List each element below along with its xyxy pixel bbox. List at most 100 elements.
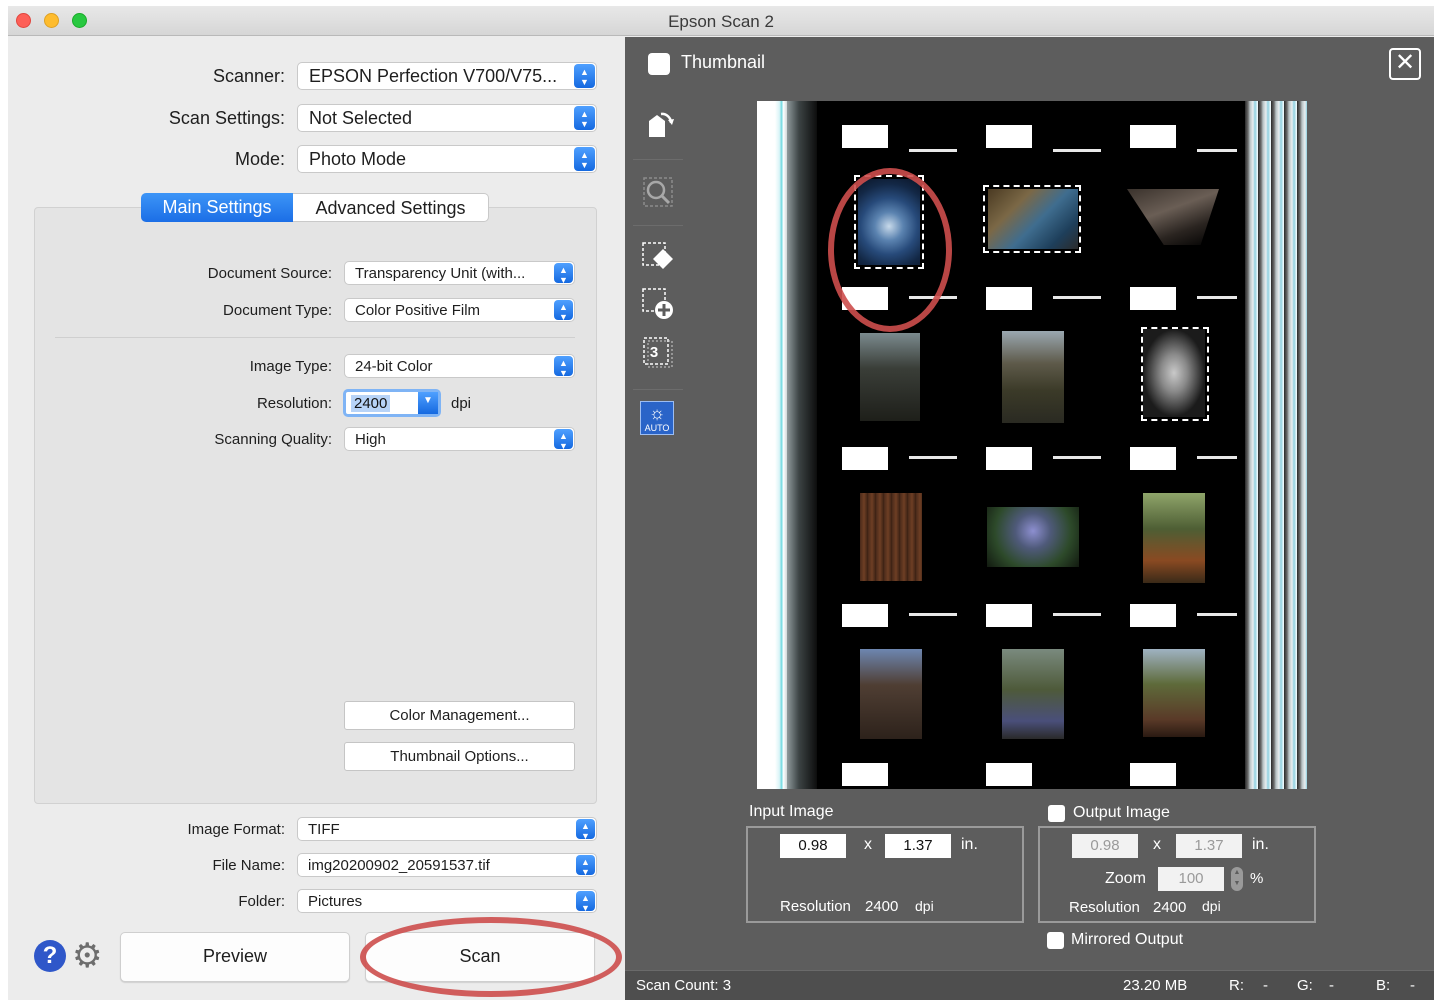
input-unit-label: in. — [961, 836, 978, 853]
film-sprocket-hole — [986, 447, 1032, 470]
film-edge-mark — [1053, 296, 1101, 299]
scanner-select-value: EPSON Perfection V700/V75... — [309, 66, 558, 86]
settings-panel: Scanner: EPSON Perfection V700/V75... ▲ ▼… — [8, 37, 625, 1000]
close-icon[interactable]: ✕ — [1389, 48, 1421, 80]
file-name-select[interactable]: img20200902_20591537.tif ▲ ▼ — [297, 853, 597, 877]
title-bar: Epson Scan 2 — [8, 6, 1434, 36]
chevron-updown-icon: ▲ ▼ — [554, 263, 573, 284]
document-source-value: Transparency Unit (with... — [355, 265, 526, 282]
resolution-combobox[interactable]: 2400 ▼ — [343, 389, 441, 417]
chevron-updown-icon: ▲ ▼ — [554, 300, 573, 321]
film-edge-mark — [1053, 149, 1101, 152]
chevron-updown-icon: ▲ ▼ — [574, 147, 595, 171]
film-edge-right — [1245, 101, 1307, 789]
file-name-label: File Name: — [212, 857, 285, 874]
help-icon[interactable]: ? — [34, 940, 66, 972]
auto-exposure-icon[interactable]: ☼ AUTO — [640, 401, 674, 435]
r-label: R: — [1229, 977, 1244, 994]
image-type-label: Image Type: — [249, 358, 332, 375]
film-sprocket-hole — [986, 763, 1032, 786]
scanner-label: Scanner: — [212, 66, 285, 86]
film-sprocket-hole — [1130, 125, 1176, 148]
chevron-updown-icon: ▲ ▼ — [554, 356, 573, 377]
image-type-select[interactable]: 24-bit Color ▲ ▼ — [344, 354, 575, 378]
tab-advanced-settings[interactable]: Advanced Settings — [293, 193, 489, 222]
gear-icon[interactable]: ⚙ — [72, 937, 102, 975]
scan-settings-select[interactable]: Not Selected ▲ ▼ — [297, 104, 597, 132]
scan-count: Scan Count: 3 — [636, 977, 732, 994]
film-frame — [1002, 649, 1064, 739]
film-edge-mark — [909, 456, 957, 459]
document-type-value: Color Positive Film — [355, 302, 481, 319]
scanner-select[interactable]: EPSON Perfection V700/V75... ▲ ▼ — [297, 62, 597, 90]
resolution-value[interactable]: 2400 — [351, 395, 391, 412]
film-edge-left-shadow — [787, 101, 817, 789]
chevron-updown-icon: ▲ ▼ — [574, 106, 595, 130]
preview-button[interactable]: Preview — [120, 932, 350, 982]
tab-main-settings[interactable]: Main Settings — [141, 193, 293, 222]
color-management-button[interactable]: Color Management... — [344, 701, 575, 730]
input-resolution-unit: dpi — [915, 898, 934, 914]
zoom-stepper: ▲ ▼ — [1231, 867, 1243, 891]
output-height-field: 1.37 — [1176, 834, 1242, 858]
input-width-field[interactable]: 0.98 — [780, 834, 846, 858]
image-format-select[interactable]: TIFF ▲ ▼ — [297, 817, 597, 841]
chevron-updown-icon: ▲ ▼ — [554, 429, 573, 450]
eraser-marquee-icon[interactable] — [639, 241, 677, 279]
annotation-circle-scan — [360, 917, 622, 997]
film-sprocket-hole — [986, 604, 1032, 627]
zoom-icon[interactable] — [639, 175, 677, 213]
chevron-down-icon[interactable]: ▼ — [418, 392, 438, 414]
output-image-checkbox[interactable] — [1048, 805, 1065, 822]
marquee-count-icon[interactable]: 3 — [639, 335, 677, 373]
film-sprocket-hole — [986, 125, 1032, 148]
zoom-label: Zoom — [1105, 870, 1146, 887]
document-type-select[interactable]: Color Positive Film ▲ ▼ — [344, 298, 575, 322]
g-value: - — [1329, 977, 1334, 994]
chevron-updown-icon: ▲ ▼ — [576, 891, 595, 912]
thumbnail-checkbox[interactable] — [648, 53, 670, 75]
mode-select-value: Photo Mode — [309, 149, 407, 169]
document-source-select[interactable]: Transparency Unit (with... ▲ ▼ — [344, 261, 575, 285]
chevron-updown-icon: ▲ ▼ — [576, 819, 595, 840]
film-sprocket-hole — [842, 763, 888, 786]
film-frame — [860, 333, 920, 421]
film-edge-mark — [909, 613, 957, 616]
thumbnail-panel: Thumbnail ✕ 3 ☼ AUTO Input Image 0.98 x … — [625, 37, 1434, 1000]
file-size: 23.20 MB — [1123, 977, 1188, 994]
annotation-circle-marquee — [828, 168, 952, 332]
film-sprocket-hole — [1130, 763, 1176, 786]
input-height-field[interactable]: 1.37 — [885, 834, 951, 858]
add-marquee-icon[interactable] — [639, 287, 677, 325]
scan-settings-label: Scan Settings: — [168, 108, 285, 128]
folder-value: Pictures — [308, 893, 363, 910]
input-resolution-label: Resolution — [780, 898, 851, 915]
film-edge-mark — [1197, 296, 1237, 299]
folder-select[interactable]: Pictures ▲ ▼ — [297, 889, 597, 913]
rotate-icon[interactable] — [639, 109, 677, 147]
film-edge-mark — [1053, 613, 1101, 616]
marquee-count: 3 — [649, 344, 659, 361]
mirrored-output-checkbox[interactable] — [1047, 932, 1064, 949]
mode-select[interactable]: Photo Mode ▲ ▼ — [297, 145, 597, 173]
thumbnail-options-button[interactable]: Thumbnail Options... — [344, 742, 575, 771]
b-label: B: — [1376, 977, 1391, 994]
tool-divider — [633, 389, 683, 390]
zoom-field: 100 — [1158, 867, 1224, 891]
scan-marquee[interactable] — [983, 185, 1081, 253]
auto-label: AUTO — [644, 423, 670, 433]
resolution-unit: dpi — [451, 395, 472, 412]
scanning-quality-select[interactable]: High ▲ ▼ — [344, 427, 575, 451]
film-frame — [1143, 649, 1205, 737]
app-window: Epson Scan 2 Scanner: EPSON Perfection V… — [8, 6, 1434, 1000]
scan-marquee[interactable] — [1141, 327, 1209, 421]
file-name-value: img20200902_20591537.tif — [308, 857, 490, 874]
input-image-label: Input Image — [749, 803, 834, 820]
window-title: Epson Scan 2 — [668, 12, 774, 31]
mode-label: Mode: — [234, 149, 285, 169]
output-resolution-unit: dpi — [1202, 898, 1221, 914]
film-sprocket-hole — [842, 447, 888, 470]
output-resolution-value: 2400 — [1153, 899, 1187, 916]
sun-icon: ☼ — [648, 403, 666, 423]
b-value: - — [1410, 977, 1415, 994]
